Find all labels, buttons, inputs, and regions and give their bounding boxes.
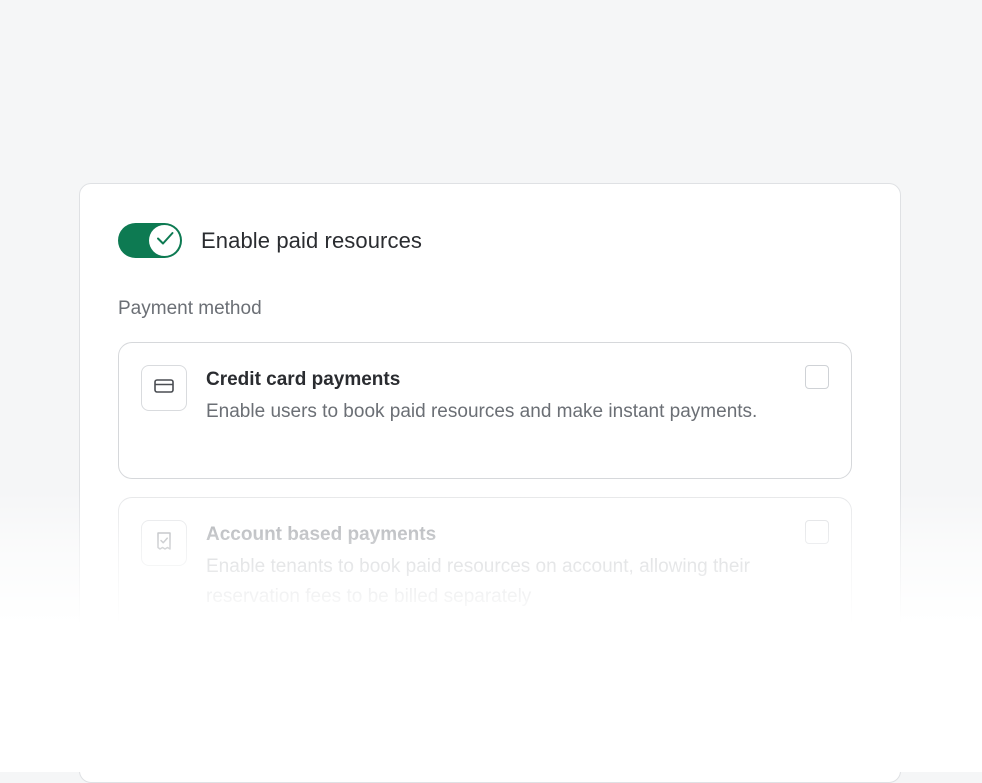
- account-based-payments-checkbox[interactable]: [805, 520, 829, 544]
- enable-paid-resources-toggle[interactable]: [118, 223, 182, 258]
- option-title: Account based payments: [206, 524, 437, 545]
- toggle-label: Enable paid resources: [201, 227, 423, 253]
- payment-settings-card: Enable paid resources Payment method Cre…: [79, 183, 901, 783]
- payment-method-label: Payment method: [118, 298, 262, 319]
- page: { "toggle": { "label": "Enable paid reso…: [0, 0, 982, 783]
- check-icon: [154, 227, 176, 254]
- account-based-payments-option[interactable]: Account based payments Enable tenants to…: [118, 497, 852, 657]
- receipt-check-icon: [153, 530, 175, 557]
- credit-card-payments-checkbox[interactable]: [805, 365, 829, 389]
- enable-paid-resources-row: Enable paid resources: [118, 223, 422, 258]
- option-description: Enable tenants to book paid resources on…: [206, 556, 750, 607]
- option-icon-wrapper: [141, 520, 187, 566]
- credit-card-icon: [153, 375, 175, 402]
- option-icon-wrapper: [141, 365, 187, 411]
- credit-card-payments-option[interactable]: Credit card payments Enable users to boo…: [118, 342, 852, 479]
- toggle-knob: [149, 225, 180, 256]
- option-title: Credit card payments: [206, 369, 401, 390]
- option-description: Enable users to book paid resources and …: [206, 401, 758, 422]
